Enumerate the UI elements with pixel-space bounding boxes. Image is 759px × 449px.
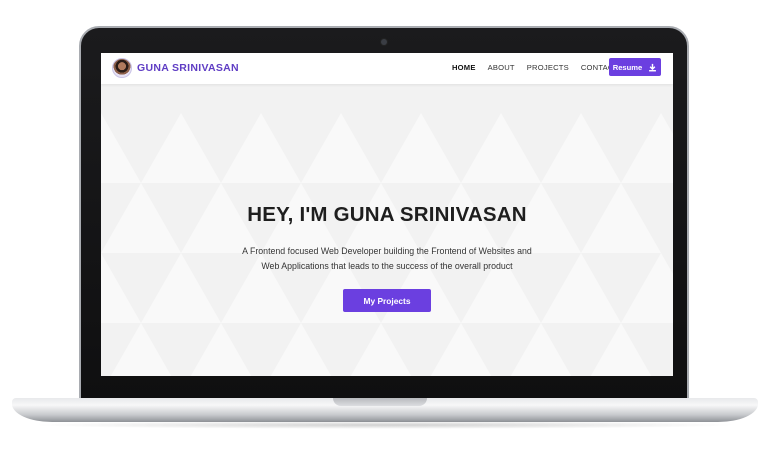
laptop-mockup: GUNA SRINIVASAN HOME ABOUT PROJECTS CONT…: [0, 0, 759, 449]
resume-button[interactable]: Resume: [609, 58, 661, 76]
hero-title: HEY, I'M GUNA SRINIVASAN: [247, 203, 527, 226]
screen: GUNA SRINIVASAN HOME ABOUT PROJECTS CONT…: [101, 53, 673, 376]
nav-item-about[interactable]: ABOUT: [488, 63, 515, 72]
nav-item-projects[interactable]: PROJECTS: [527, 63, 569, 72]
avatar[interactable]: [112, 58, 132, 78]
nav-item-home[interactable]: HOME: [452, 63, 476, 72]
resume-label: Resume: [612, 62, 643, 72]
my-projects-button[interactable]: My Projects: [343, 289, 431, 312]
laptop-notch: [333, 398, 427, 406]
navbar: GUNA SRINIVASAN HOME ABOUT PROJECTS CONT…: [101, 53, 673, 84]
hero-description-line: Web Applications that leads to the succe…: [261, 261, 513, 271]
hero-description: A Frontend focused Web Developer buildin…: [237, 244, 537, 274]
laptop-shadow: [30, 421, 740, 429]
brand-name[interactable]: GUNA SRINIVASAN: [137, 62, 239, 74]
download-icon: [649, 63, 657, 71]
camera-icon: [381, 39, 387, 45]
nav-menu: HOME ABOUT PROJECTS CONTACT: [452, 63, 630, 72]
hero-description-line: A Frontend focused Web Developer buildin…: [242, 246, 532, 256]
